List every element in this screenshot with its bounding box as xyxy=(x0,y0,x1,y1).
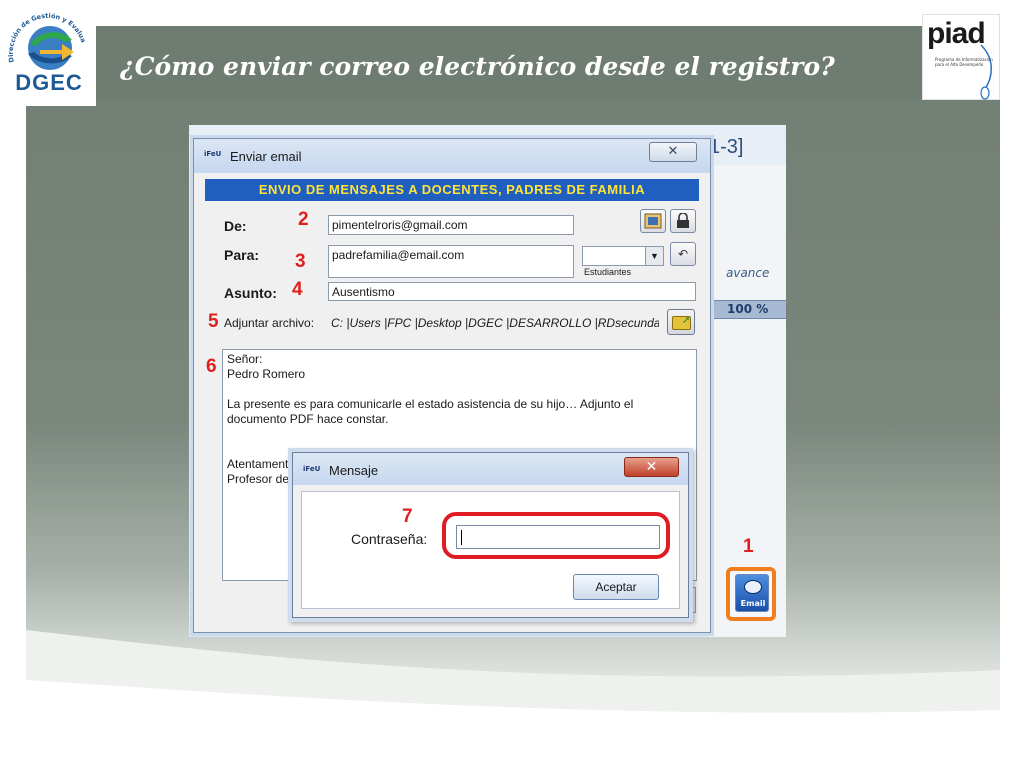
attachment-label: Adjuntar archivo: xyxy=(224,316,315,330)
step-number-3: 3 xyxy=(295,251,306,272)
step-number-4: 4 xyxy=(292,279,303,300)
avance-label: avance xyxy=(726,266,770,280)
undo-icon: ↶ xyxy=(677,247,689,261)
step-number-5: 5 xyxy=(208,311,219,332)
students-label: Estudiantes xyxy=(584,267,632,277)
message-line xyxy=(227,427,692,442)
dgec-logo: Dirección de Gestión y Evaluación de la … xyxy=(0,0,96,106)
dgec-logo-text: DGEC xyxy=(15,70,83,95)
password-dialog: iFeU Mensaje ✕ 7 Contraseña: Aceptar xyxy=(292,452,689,618)
email-button-label: Email xyxy=(740,599,766,608)
message-line: Señor: xyxy=(227,352,263,366)
subject-label: Asunto: xyxy=(224,285,277,301)
undo-button[interactable]: ↶ xyxy=(670,242,696,266)
dialog-header: ENVIO DE MENSAJES A DOCENTES, PADRES DE … xyxy=(205,179,699,201)
slide-right-margin xyxy=(1000,0,1024,768)
folder-open-icon: ➚ xyxy=(672,315,691,330)
chevron-down-icon[interactable]: ▼ xyxy=(645,247,663,265)
text-caret xyxy=(461,530,462,545)
dialog-title: Enviar email xyxy=(230,149,302,164)
to-label: Para: xyxy=(224,247,260,263)
email-button[interactable]: Email xyxy=(735,574,769,612)
progress-text: 100 % xyxy=(727,302,769,316)
dialog-title-bar: iFeU Enviar email ✕ xyxy=(194,139,710,173)
message-line: La presente es para comunicarle el estad… xyxy=(227,397,634,411)
to-input[interactable]: padrefamilia@email.com xyxy=(328,245,574,278)
lock-icon xyxy=(677,212,689,228)
email-icon xyxy=(744,580,762,594)
attach-file-button[interactable]: ➚ xyxy=(667,309,695,335)
contacts-icon xyxy=(644,213,662,229)
from-label: De: xyxy=(224,218,247,234)
step-number-1: 1 xyxy=(743,536,754,557)
popup-title: Mensaje xyxy=(329,463,379,478)
step-number-6: 6 xyxy=(206,356,217,377)
attachment-path: C: |Users |FPC |Desktop |DGEC |DESARROLL… xyxy=(331,316,659,330)
background-period-text: 1-3] xyxy=(709,136,744,158)
from-input[interactable]: pimentelroris@gmail.com xyxy=(328,215,574,235)
message-line: Pedro Romero xyxy=(227,367,306,381)
contacts-button[interactable] xyxy=(640,209,666,233)
message-line: documento PDF hace constar. xyxy=(227,412,389,426)
lock-button[interactable] xyxy=(670,209,696,233)
popup-title-bar: iFeU Mensaje ✕ xyxy=(293,453,688,485)
step-number-2: 2 xyxy=(298,209,309,230)
popup-close-button[interactable]: ✕ xyxy=(624,457,679,477)
piad-logo: piad Programa de Informatización para el… xyxy=(922,14,1000,100)
accept-button[interactable]: Aceptar xyxy=(573,574,659,600)
dialog-close-button[interactable]: ✕ xyxy=(649,142,697,162)
slide-top-margin xyxy=(0,0,1024,26)
password-input[interactable] xyxy=(456,525,660,549)
popup-body: 7 Contraseña: Aceptar xyxy=(301,491,680,609)
slide-title: ¿Cómo enviar correo electrónico desde el… xyxy=(120,52,835,81)
step-number-7: 7 xyxy=(402,506,413,527)
slide-left-margin xyxy=(0,0,26,768)
students-select[interactable]: ▼ xyxy=(582,246,664,266)
mouse-cable-icon xyxy=(980,44,992,100)
subject-input[interactable]: Ausentismo xyxy=(328,282,696,301)
app-icon: iFeU xyxy=(204,150,222,158)
app-icon: iFeU xyxy=(303,465,321,473)
password-label: Contraseña: xyxy=(351,531,428,547)
message-line xyxy=(227,382,692,397)
